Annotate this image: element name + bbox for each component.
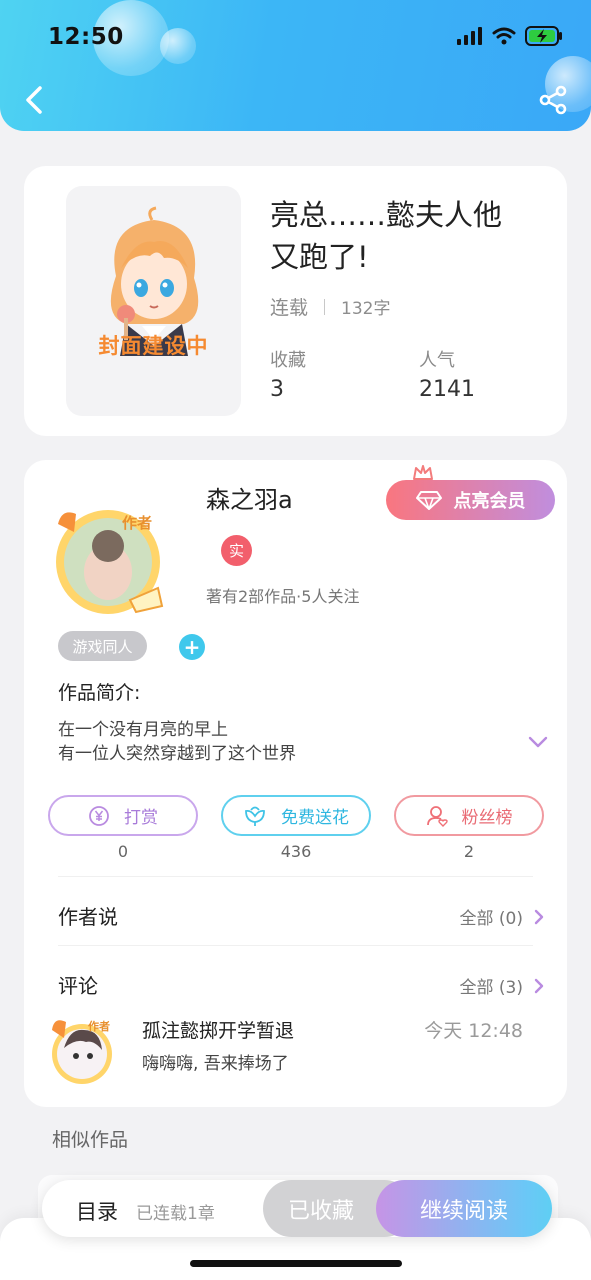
genre-tag[interactable]: 游戏同人 — [58, 631, 147, 661]
author-name[interactable]: 森之羽a — [206, 480, 293, 515]
fan-count: 2 — [463, 842, 475, 861]
fan-ranking-button[interactable]: 粉丝榜 — [394, 795, 544, 836]
book-info-card: 封面建设中 亮总……懿夫人他又跑了! 连载 132字 收藏 3 人气 2141 — [24, 166, 567, 436]
signal-icon — [457, 27, 482, 45]
chevron-right-icon — [534, 978, 544, 993]
flower-label: 免费送花 — [281, 808, 349, 828]
verified-badge: 实 — [221, 535, 252, 566]
expand-chevron-icon[interactable] — [527, 735, 549, 749]
divider — [58, 876, 533, 877]
comments-label: 评论 — [58, 974, 98, 998]
meta-divider — [324, 298, 326, 315]
author-avatar[interactable]: 作者 — [46, 500, 176, 620]
book-title: 亮总……懿夫人他又跑了! — [270, 198, 503, 274]
back-arrow-icon[interactable] — [20, 82, 50, 118]
battery-icon — [525, 26, 562, 46]
chevron-right-icon — [534, 909, 544, 924]
status-icons — [457, 26, 563, 46]
book-detail-page: 12:50 封面建设中 亮总……懿夫人他又跑了! 连载 132字 收藏 3 人气… — [0, 0, 591, 1280]
decor-bubble — [160, 28, 196, 64]
favorited-label: 已收藏 — [288, 1198, 355, 1224]
send-flower-button[interactable]: 免费送花 — [221, 795, 371, 836]
comment-time: 今天 12:48 — [424, 1020, 523, 1042]
fan-ranking-label: 粉丝榜 — [461, 808, 513, 828]
flower-count: 436 — [280, 842, 312, 861]
status-time: 12:50 — [48, 24, 124, 50]
intro-label: 作品简介: — [58, 682, 141, 704]
book-status: 连载 — [270, 297, 309, 319]
wifi-icon — [492, 27, 516, 45]
commenter-badge-text: 作者 — [88, 1019, 110, 1033]
author-works-info: 著有2部作品·5人关注 — [206, 587, 360, 606]
tip-count: 0 — [117, 842, 129, 861]
continue-reading-label: 继续阅读 — [419, 1198, 508, 1224]
author-says-all-link[interactable]: 全部 (0) — [460, 904, 545, 929]
author-says-all-label: 全部 (0) — [459, 909, 523, 929]
commenter-avatar[interactable]: 作者 — [50, 1014, 120, 1088]
intro-line: 在一个没有月亮的早上 — [58, 720, 228, 740]
chapter-count: 已连载1章 — [136, 1204, 215, 1224]
header: 12:50 — [0, 0, 591, 131]
avatar-badge-text: 作者 — [122, 514, 152, 532]
comments-all-link[interactable]: 全部 (3) — [460, 973, 545, 998]
divider — [58, 945, 533, 946]
vip-label: 点亮会员 — [453, 491, 526, 512]
fan-icon — [426, 805, 448, 827]
commenter-name[interactable]: 孤注懿掷开学暂退 — [142, 1016, 294, 1043]
add-tag-button[interactable]: + — [179, 634, 205, 660]
tip-button[interactable]: 打赏 — [48, 795, 198, 836]
home-indicator[interactable] — [190, 1260, 402, 1267]
book-word-count: 132字 — [341, 299, 391, 319]
similar-works-label: 相似作品 — [52, 1129, 129, 1151]
tip-label: 打赏 — [124, 808, 158, 828]
book-cover[interactable]: 封面建设中 — [66, 186, 241, 416]
author-detail-card: 作者 森之羽a 点亮会员 实 著有2部作品·5人关注 游戏同人 + 作品简介: … — [24, 460, 567, 1107]
favorites-count: 3 — [270, 377, 284, 402]
popularity-count: 2141 — [419, 377, 475, 402]
comments-all-label: 全部 (3) — [459, 978, 523, 998]
toc-button[interactable]: 目录 — [76, 1196, 118, 1226]
share-icon[interactable] — [537, 84, 569, 116]
author-says-label: 作者说 — [58, 905, 118, 929]
cover-placeholder-text: 封面建设中 — [98, 334, 209, 358]
light-up-vip-button[interactable]: 点亮会员 — [386, 480, 555, 520]
book-meta: 连载 132字 — [270, 293, 390, 320]
favorites-label: 收藏 — [270, 350, 306, 371]
diamond-icon — [415, 491, 442, 510]
comment-text: 嗨嗨嗨, 吾来捧场了 — [142, 1054, 289, 1074]
intro-line: 有一位人突然穿越到了这个世界 — [58, 744, 296, 764]
continue-reading-button[interactable]: 继续阅读 — [376, 1180, 552, 1237]
yen-icon — [89, 805, 109, 826]
flower-icon — [245, 806, 265, 826]
popularity-label: 人气 — [419, 350, 455, 371]
